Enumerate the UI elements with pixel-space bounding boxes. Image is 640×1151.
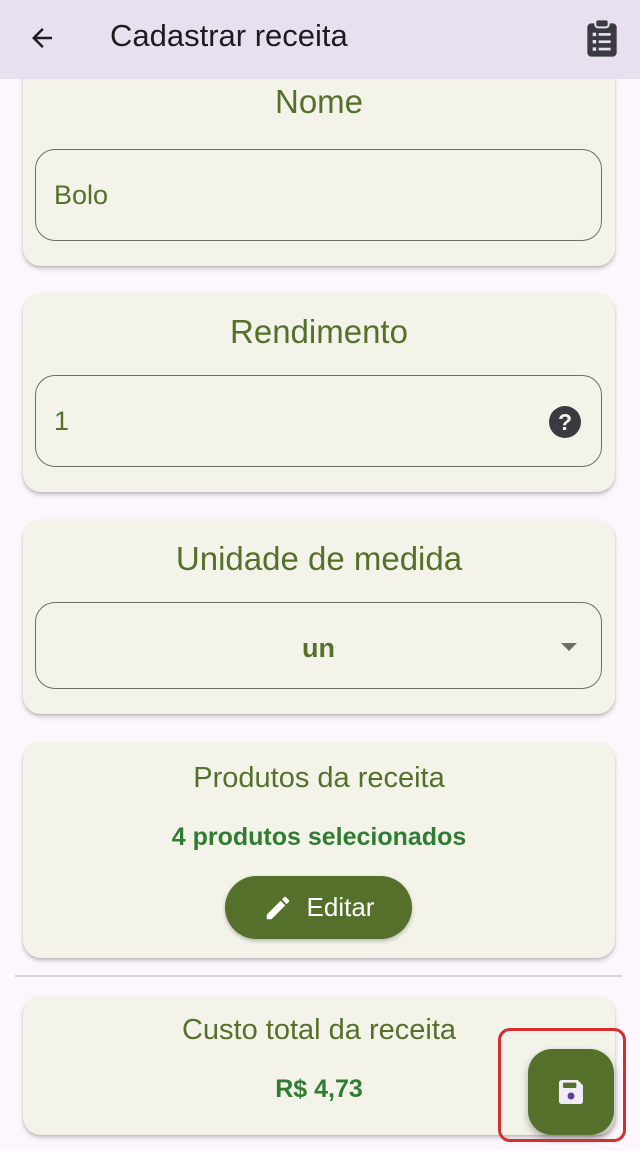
produtos-heading: Produtos da receita bbox=[193, 762, 445, 794]
nome-heading: Nome bbox=[274, 83, 364, 120]
clipboard-button[interactable] bbox=[584, 16, 620, 60]
chevron-down-icon bbox=[561, 643, 577, 651]
save-button[interactable] bbox=[528, 1049, 614, 1135]
rendimento-input-value: 1 bbox=[54, 406, 70, 436]
edit-products-button[interactable]: Editar bbox=[225, 876, 412, 939]
unidade-dropdown[interactable]: un bbox=[35, 602, 602, 689]
save-icon bbox=[559, 1080, 583, 1104]
produtos-selected-count: 4 produtos selecionados bbox=[171, 823, 467, 851]
pencil-icon bbox=[266, 896, 289, 919]
rendimento-card: Rendimento 1 ? bbox=[23, 293, 615, 492]
rendimento-input[interactable]: 1 ? bbox=[35, 375, 602, 467]
unidade-selected-value: un bbox=[302, 633, 335, 663]
nome-card: Nome Bolo bbox=[23, 79, 615, 266]
unidade-card: Unidade de medida un bbox=[23, 520, 615, 714]
custo-card: Custo total da receita R$ 4,73 bbox=[23, 996, 615, 1135]
app-bar: Cadastrar receita bbox=[0, 0, 640, 79]
custo-heading: Custo total da receita bbox=[181, 1014, 457, 1046]
form-scroll-area[interactable]: Nome Bolo Rendimento 1 ? Unidade de medi… bbox=[0, 79, 640, 1151]
divider bbox=[15, 975, 622, 977]
produtos-card: Produtos da receita 4 produtos seleciona… bbox=[23, 742, 615, 958]
custo-value: R$ 4,73 bbox=[275, 1075, 363, 1103]
nome-input[interactable]: Bolo bbox=[35, 149, 602, 241]
clipboard-list-icon bbox=[587, 18, 617, 57]
arrow-left-icon bbox=[32, 28, 52, 48]
rendimento-heading: Rendimento bbox=[230, 313, 408, 350]
unidade-heading: Unidade de medida bbox=[175, 540, 463, 577]
back-button[interactable] bbox=[22, 18, 62, 58]
nome-input-value: Bolo bbox=[54, 180, 109, 210]
question-circle-icon[interactable]: ? bbox=[549, 406, 581, 438]
page-title: Cadastrar receita bbox=[110, 18, 348, 53]
edit-button-label: Editar bbox=[306, 892, 375, 922]
